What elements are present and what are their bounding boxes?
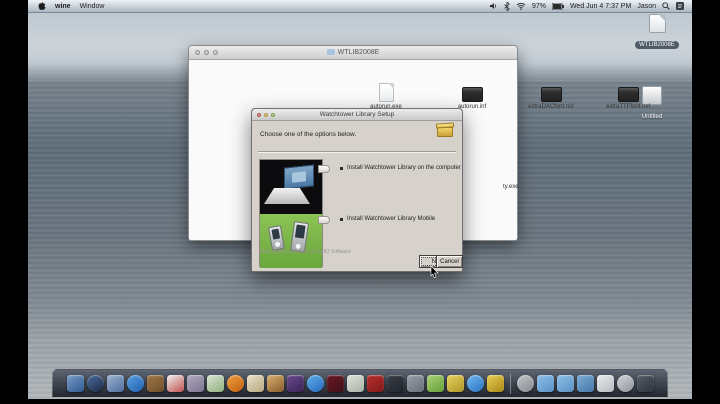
dock-icon-system-prefs[interactable] bbox=[617, 375, 634, 392]
file-autorun-exe[interactable]: autorun.exe bbox=[346, 83, 426, 111]
dock-icon-trash[interactable] bbox=[637, 375, 654, 392]
dock-icon-applications-folder[interactable] bbox=[577, 375, 594, 392]
dock-icon-gray-camera-app[interactable] bbox=[407, 375, 424, 392]
dock-icon-orange-app[interactable] bbox=[227, 375, 244, 392]
desktop-icon-disc[interactable]: WTLIB2008E bbox=[635, 14, 679, 51]
partially-hidden-file-label[interactable]: ty.exe bbox=[503, 184, 519, 190]
spotlight-search-icon[interactable] bbox=[662, 2, 670, 10]
desktop-disc-label: WTLIB2008E bbox=[635, 41, 679, 49]
file-icon bbox=[541, 87, 562, 102]
video-frame: wine Window 97% Wed Jun 4 7:37 PM Jaso bbox=[0, 0, 720, 404]
divider bbox=[258, 151, 456, 153]
battery-icon[interactable] bbox=[552, 3, 564, 10]
dock-icon-documents-folder[interactable] bbox=[537, 375, 554, 392]
installer-instruction: Choose one of the options below. bbox=[260, 131, 356, 138]
option-bullet-icon bbox=[340, 218, 343, 221]
file-label: extraDACfont.nsf bbox=[511, 104, 591, 111]
installer-title-bar[interactable]: Watchtower Library Setup bbox=[252, 109, 462, 121]
file-icon bbox=[618, 87, 639, 102]
menu-app-name[interactable]: wine bbox=[55, 3, 71, 10]
dock-separator bbox=[510, 374, 511, 394]
installer-title: Watchtower Library Setup bbox=[252, 111, 462, 118]
finder-window-title: WTLIB2008E bbox=[189, 49, 517, 56]
menu-bar: wine Window 97% Wed Jun 4 7:37 PM Jaso bbox=[28, 0, 692, 13]
callout-tab bbox=[318, 216, 330, 224]
dock-icon-dark-globe[interactable] bbox=[87, 375, 104, 392]
dock-icon-yellow-app[interactable] bbox=[447, 375, 464, 392]
dock-icon-purple-star-app[interactable] bbox=[287, 375, 304, 392]
dock-icon-gray-globe[interactable] bbox=[517, 375, 534, 392]
dock-icon-app-store[interactable] bbox=[127, 375, 144, 392]
file-icon bbox=[462, 87, 483, 102]
dock-icon-photo-booth[interactable] bbox=[187, 375, 204, 392]
mouse-cursor bbox=[430, 265, 439, 277]
dock-icon-maroon-app[interactable] bbox=[327, 375, 344, 392]
dock-icon-garageband[interactable] bbox=[267, 375, 284, 392]
wifi-icon[interactable] bbox=[516, 2, 526, 10]
install-package-icon bbox=[436, 121, 454, 138]
notification-center-icon[interactable] bbox=[676, 2, 684, 10]
dock-icon-downloads-folder[interactable] bbox=[557, 375, 574, 392]
file-autorun-inf[interactable]: autorun.inf bbox=[432, 83, 512, 111]
dock-icon-notes[interactable] bbox=[247, 375, 264, 392]
dock-icon-autocad[interactable] bbox=[367, 375, 384, 392]
dock-icon-blue-sphere-app[interactable] bbox=[467, 375, 484, 392]
dock-icon-finder[interactable] bbox=[67, 375, 84, 392]
file-label: extraTTFfont.nsf bbox=[588, 104, 668, 111]
cancel-button[interactable]: Cancel bbox=[436, 255, 463, 268]
option-label: Install Watchtower Library on the comput… bbox=[347, 165, 461, 171]
dock-icon-dark-utility[interactable] bbox=[387, 375, 404, 392]
menu-window[interactable]: Window bbox=[80, 3, 105, 10]
dock-icon-toolbox[interactable] bbox=[487, 375, 504, 392]
menu-clock[interactable]: Wed Jun 4 7:37 PM bbox=[570, 3, 631, 10]
desktop-drive-label: Untitled bbox=[642, 114, 662, 120]
file-extradacfont-nsf[interactable]: extraDACfont.nsf bbox=[511, 83, 591, 111]
dock-icon-calendar[interactable] bbox=[167, 375, 184, 392]
computer-graphic bbox=[260, 160, 322, 214]
dock-icon-itunes[interactable] bbox=[307, 375, 324, 392]
dock-icon-messages[interactable] bbox=[207, 375, 224, 392]
battery-percent[interactable]: 97% bbox=[532, 3, 546, 10]
apple-menu-icon[interactable] bbox=[38, 2, 46, 11]
folder-icon bbox=[327, 49, 335, 55]
file-extrattffont-nsf[interactable]: extraTTFfont.nsf bbox=[588, 83, 668, 111]
disc-image-icon bbox=[649, 14, 666, 33]
installer-footnote: Multi Install Screen v1.0c by BJ Softwar… bbox=[260, 249, 351, 255]
dock-icon-numbers[interactable] bbox=[427, 375, 444, 392]
mobile-devices-graphic bbox=[260, 214, 322, 268]
dock-icon-textedit[interactable] bbox=[347, 375, 364, 392]
finder-title-bar[interactable]: WTLIB2008E bbox=[189, 46, 517, 60]
option-bullet-icon bbox=[340, 167, 343, 170]
volume-icon[interactable] bbox=[490, 2, 498, 10]
install-option-1[interactable]: Install Watchtower Library on the comput… bbox=[340, 165, 461, 171]
installer-dialog: Watchtower Library Setup Choose one of t… bbox=[251, 108, 463, 272]
bluetooth-icon[interactable] bbox=[504, 2, 510, 11]
option-label: Install Watchtower Library Mobile bbox=[347, 216, 435, 222]
desktop: wine Window 97% Wed Jun 4 7:37 PM Jaso bbox=[28, 0, 692, 399]
dock-icon-document-stack[interactable] bbox=[597, 375, 614, 392]
file-icon bbox=[379, 83, 394, 102]
dock-icon-mail[interactable] bbox=[107, 375, 124, 392]
dock-icon-contacts[interactable] bbox=[147, 375, 164, 392]
install-option-2[interactable]: Install Watchtower Library Mobile bbox=[340, 216, 435, 222]
callout-tab bbox=[318, 165, 330, 173]
dock bbox=[52, 369, 668, 397]
menu-user[interactable]: Jason bbox=[637, 3, 656, 10]
